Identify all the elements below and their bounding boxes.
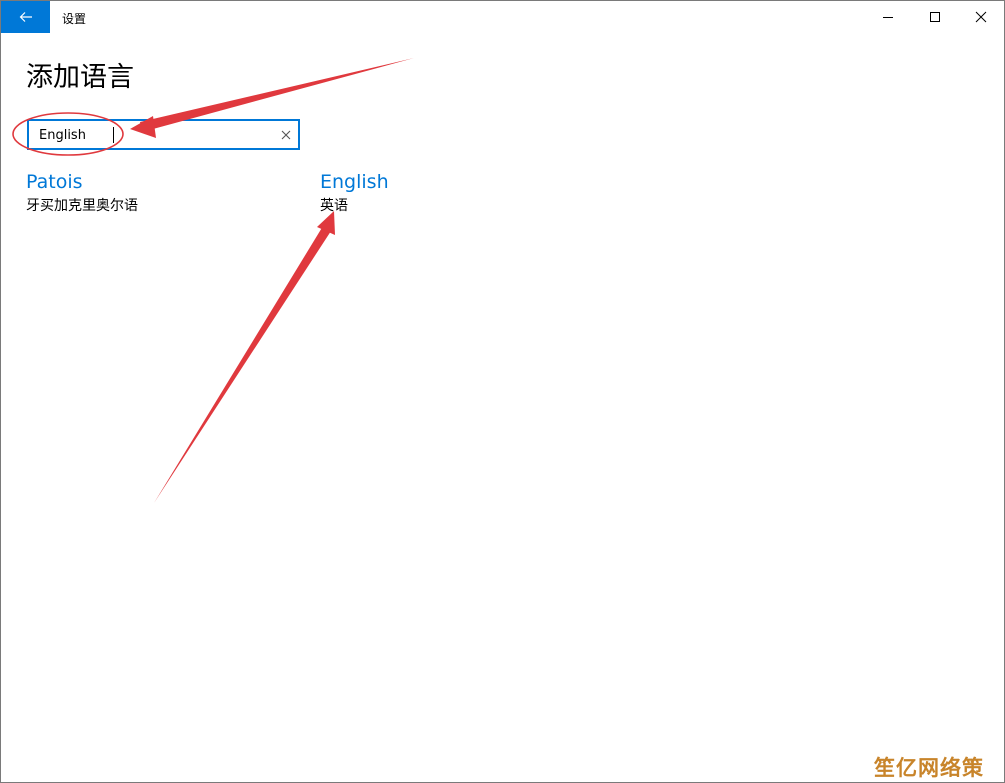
language-native-name: 英语 [320,198,348,214]
back-button[interactable] [1,1,50,33]
text-caret [113,127,114,143]
window-title: 设置 [62,12,87,26]
close-window-icon [975,11,987,23]
annotation-arrow-to-english [154,211,335,503]
language-result-english[interactable]: English 英语 [320,171,389,215]
page-title: 添加语言 [26,62,134,93]
minimize-icon [883,17,893,18]
settings-window: 设置 添加语言 Patois 牙买加克里奥尔语 [0,0,1005,783]
language-search-input[interactable] [39,124,269,146]
title-bar: 设置 [1,1,1004,33]
watermark-logo: 笙亿网络策划 [874,756,984,780]
close-icon [281,130,291,140]
language-native-name: 牙买加克里奥尔语 [26,198,138,214]
close-button[interactable] [958,1,1004,33]
back-arrow-icon [19,12,32,22]
maximize-button[interactable] [912,1,958,33]
maximize-icon [930,12,940,22]
language-name: Patois [26,171,83,193]
language-result-patois[interactable]: Patois 牙买加克里奥尔语 [26,171,138,215]
minimize-button[interactable] [865,1,911,33]
language-name: English [320,171,389,193]
clear-search-button[interactable] [277,125,295,145]
language-search-box[interactable] [27,119,300,150]
